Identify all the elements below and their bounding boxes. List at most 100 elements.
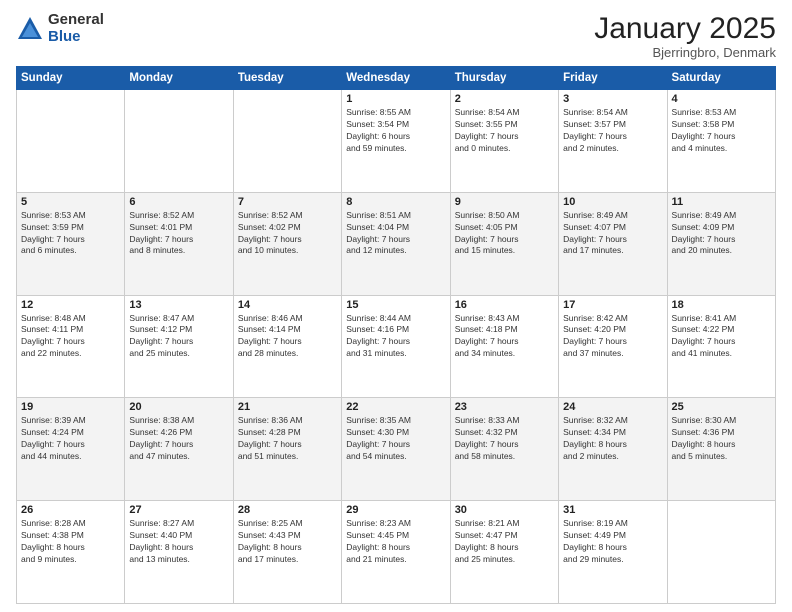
day-info: Sunrise: 8:49 AM Sunset: 4:07 PM Dayligh…: [563, 210, 662, 258]
day-info: Sunrise: 8:32 AM Sunset: 4:34 PM Dayligh…: [563, 415, 662, 463]
day-number: 6: [129, 196, 228, 208]
month-title: January 2025: [594, 12, 776, 45]
table-row: 30 Sunrise: 8:21 AM Sunset: 4:47 PM Dayli…: [450, 501, 558, 604]
day-info: Sunrise: 8:53 AM Sunset: 3:58 PM Dayligh…: [672, 107, 771, 155]
day-info: Sunrise: 8:52 AM Sunset: 4:01 PM Dayligh…: [129, 210, 228, 258]
table-row: 5 Sunrise: 8:53 AM Sunset: 3:59 PM Daylig…: [17, 192, 125, 295]
table-row: 14 Sunrise: 8:46 AM Sunset: 4:14 PM Dayli…: [233, 295, 341, 398]
table-row: 9Sunrise: 8:50 AM Sunset: 4:05 PM Daylig…: [450, 192, 558, 295]
day-number: 24: [563, 401, 662, 413]
header-thursday: Thursday: [450, 67, 558, 90]
logo: General Blue: [16, 12, 104, 45]
table-row: [125, 90, 233, 193]
day-info: Sunrise: 8:48 AM Sunset: 4:11 PM Dayligh…: [21, 313, 120, 361]
day-number: 11: [672, 196, 771, 208]
day-number: 18: [672, 299, 771, 311]
weekday-header-row: Sunday Monday Tuesday Wednesday Thursday…: [17, 67, 776, 90]
day-number: 19: [21, 401, 120, 413]
table-row: [667, 501, 775, 604]
calendar-week-row: 12 Sunrise: 8:48 AM Sunset: 4:11 PM Dayli…: [17, 295, 776, 398]
day-info: Sunrise: 8:36 AM Sunset: 4:28 PM Dayligh…: [238, 415, 337, 463]
header-saturday: Saturday: [667, 67, 775, 90]
table-row: 10 Sunrise: 8:49 AM Sunset: 4:07 PM Dayli…: [559, 192, 667, 295]
table-row: 15Sunrise: 8:44 AM Sunset: 4:16 PM Dayli…: [342, 295, 450, 398]
day-number: 2: [455, 93, 554, 105]
table-row: 1Sunrise: 8:55 AM Sunset: 3:54 PM Daylig…: [342, 90, 450, 193]
day-number: 13: [129, 299, 228, 311]
day-info: Sunrise: 8:35 AM Sunset: 4:30 PM Dayligh…: [346, 415, 445, 463]
day-number: 7: [238, 196, 337, 208]
header-tuesday: Tuesday: [233, 67, 341, 90]
header-friday: Friday: [559, 67, 667, 90]
table-row: [17, 90, 125, 193]
day-number: 5: [21, 196, 120, 208]
day-number: 28: [238, 504, 337, 516]
logo-blue: Blue: [48, 29, 104, 46]
table-row: 6 Sunrise: 8:52 AM Sunset: 4:01 PM Daylig…: [125, 192, 233, 295]
day-number: 20: [129, 401, 228, 413]
day-info: Sunrise: 8:43 AM Sunset: 4:18 PM Dayligh…: [455, 313, 554, 361]
day-info: Sunrise: 8:42 AM Sunset: 4:20 PM Dayligh…: [563, 313, 662, 361]
table-row: 31Sunrise: 8:19 AM Sunset: 4:49 PM Dayli…: [559, 501, 667, 604]
day-number: 14: [238, 299, 337, 311]
table-row: 27Sunrise: 8:27 AM Sunset: 4:40 PM Dayli…: [125, 501, 233, 604]
day-info: Sunrise: 8:25 AM Sunset: 4:43 PM Dayligh…: [238, 518, 337, 566]
calendar-week-row: 26 Sunrise: 8:28 AM Sunset: 4:38 PM Dayli…: [17, 501, 776, 604]
location: Bjerringbro, Denmark: [594, 45, 776, 60]
day-number: 31: [563, 504, 662, 516]
day-info: Sunrise: 8:33 AM Sunset: 4:32 PM Dayligh…: [455, 415, 554, 463]
table-row: 7 Sunrise: 8:52 AM Sunset: 4:02 PM Daylig…: [233, 192, 341, 295]
logo-text: General Blue: [48, 12, 104, 45]
table-row: 26 Sunrise: 8:28 AM Sunset: 4:38 PM Dayli…: [17, 501, 125, 604]
day-number: 12: [21, 299, 120, 311]
table-row: 20 Sunrise: 8:38 AM Sunset: 4:26 PM Dayli…: [125, 398, 233, 501]
calendar: Sunday Monday Tuesday Wednesday Thursday…: [16, 66, 776, 604]
table-row: 4 Sunrise: 8:53 AM Sunset: 3:58 PM Daylig…: [667, 90, 775, 193]
calendar-week-row: 5 Sunrise: 8:53 AM Sunset: 3:59 PM Daylig…: [17, 192, 776, 295]
table-row: 3Sunrise: 8:54 AM Sunset: 3:57 PM Daylig…: [559, 90, 667, 193]
day-number: 8: [346, 196, 445, 208]
day-info: Sunrise: 8:28 AM Sunset: 4:38 PM Dayligh…: [21, 518, 120, 566]
day-info: Sunrise: 8:46 AM Sunset: 4:14 PM Dayligh…: [238, 313, 337, 361]
table-row: 11 Sunrise: 8:49 AM Sunset: 4:09 PM Dayli…: [667, 192, 775, 295]
day-number: 4: [672, 93, 771, 105]
table-row: 19Sunrise: 8:39 AM Sunset: 4:24 PM Dayli…: [17, 398, 125, 501]
day-number: 27: [129, 504, 228, 516]
day-info: Sunrise: 8:30 AM Sunset: 4:36 PM Dayligh…: [672, 415, 771, 463]
day-number: 30: [455, 504, 554, 516]
day-info: Sunrise: 8:54 AM Sunset: 3:55 PM Dayligh…: [455, 107, 554, 155]
logo-general: General: [48, 12, 104, 29]
day-number: 9: [455, 196, 554, 208]
table-row: 8Sunrise: 8:51 AM Sunset: 4:04 PM Daylig…: [342, 192, 450, 295]
day-info: Sunrise: 8:44 AM Sunset: 4:16 PM Dayligh…: [346, 313, 445, 361]
header-wednesday: Wednesday: [342, 67, 450, 90]
day-info: Sunrise: 8:21 AM Sunset: 4:47 PM Dayligh…: [455, 518, 554, 566]
table-row: 25 Sunrise: 8:30 AM Sunset: 4:36 PM Dayli…: [667, 398, 775, 501]
calendar-week-row: 1Sunrise: 8:55 AM Sunset: 3:54 PM Daylig…: [17, 90, 776, 193]
day-info: Sunrise: 8:52 AM Sunset: 4:02 PM Dayligh…: [238, 210, 337, 258]
day-number: 21: [238, 401, 337, 413]
day-number: 25: [672, 401, 771, 413]
day-info: Sunrise: 8:53 AM Sunset: 3:59 PM Dayligh…: [21, 210, 120, 258]
calendar-week-row: 19Sunrise: 8:39 AM Sunset: 4:24 PM Dayli…: [17, 398, 776, 501]
table-row: 24 Sunrise: 8:32 AM Sunset: 4:34 PM Dayli…: [559, 398, 667, 501]
day-number: 10: [563, 196, 662, 208]
table-row: [233, 90, 341, 193]
table-row: 18Sunrise: 8:41 AM Sunset: 4:22 PM Dayli…: [667, 295, 775, 398]
table-row: 12 Sunrise: 8:48 AM Sunset: 4:11 PM Dayli…: [17, 295, 125, 398]
day-number: 1: [346, 93, 445, 105]
page: General Blue January 2025 Bjerringbro, D…: [0, 0, 792, 612]
header: General Blue January 2025 Bjerringbro, D…: [16, 12, 776, 60]
table-row: 13Sunrise: 8:47 AM Sunset: 4:12 PM Dayli…: [125, 295, 233, 398]
day-number: 26: [21, 504, 120, 516]
day-info: Sunrise: 8:38 AM Sunset: 4:26 PM Dayligh…: [129, 415, 228, 463]
day-number: 22: [346, 401, 445, 413]
day-info: Sunrise: 8:49 AM Sunset: 4:09 PM Dayligh…: [672, 210, 771, 258]
day-info: Sunrise: 8:23 AM Sunset: 4:45 PM Dayligh…: [346, 518, 445, 566]
day-number: 23: [455, 401, 554, 413]
day-number: 17: [563, 299, 662, 311]
day-number: 29: [346, 504, 445, 516]
table-row: 2 Sunrise: 8:54 AM Sunset: 3:55 PM Daylig…: [450, 90, 558, 193]
day-info: Sunrise: 8:54 AM Sunset: 3:57 PM Dayligh…: [563, 107, 662, 155]
table-row: 17 Sunrise: 8:42 AM Sunset: 4:20 PM Dayli…: [559, 295, 667, 398]
